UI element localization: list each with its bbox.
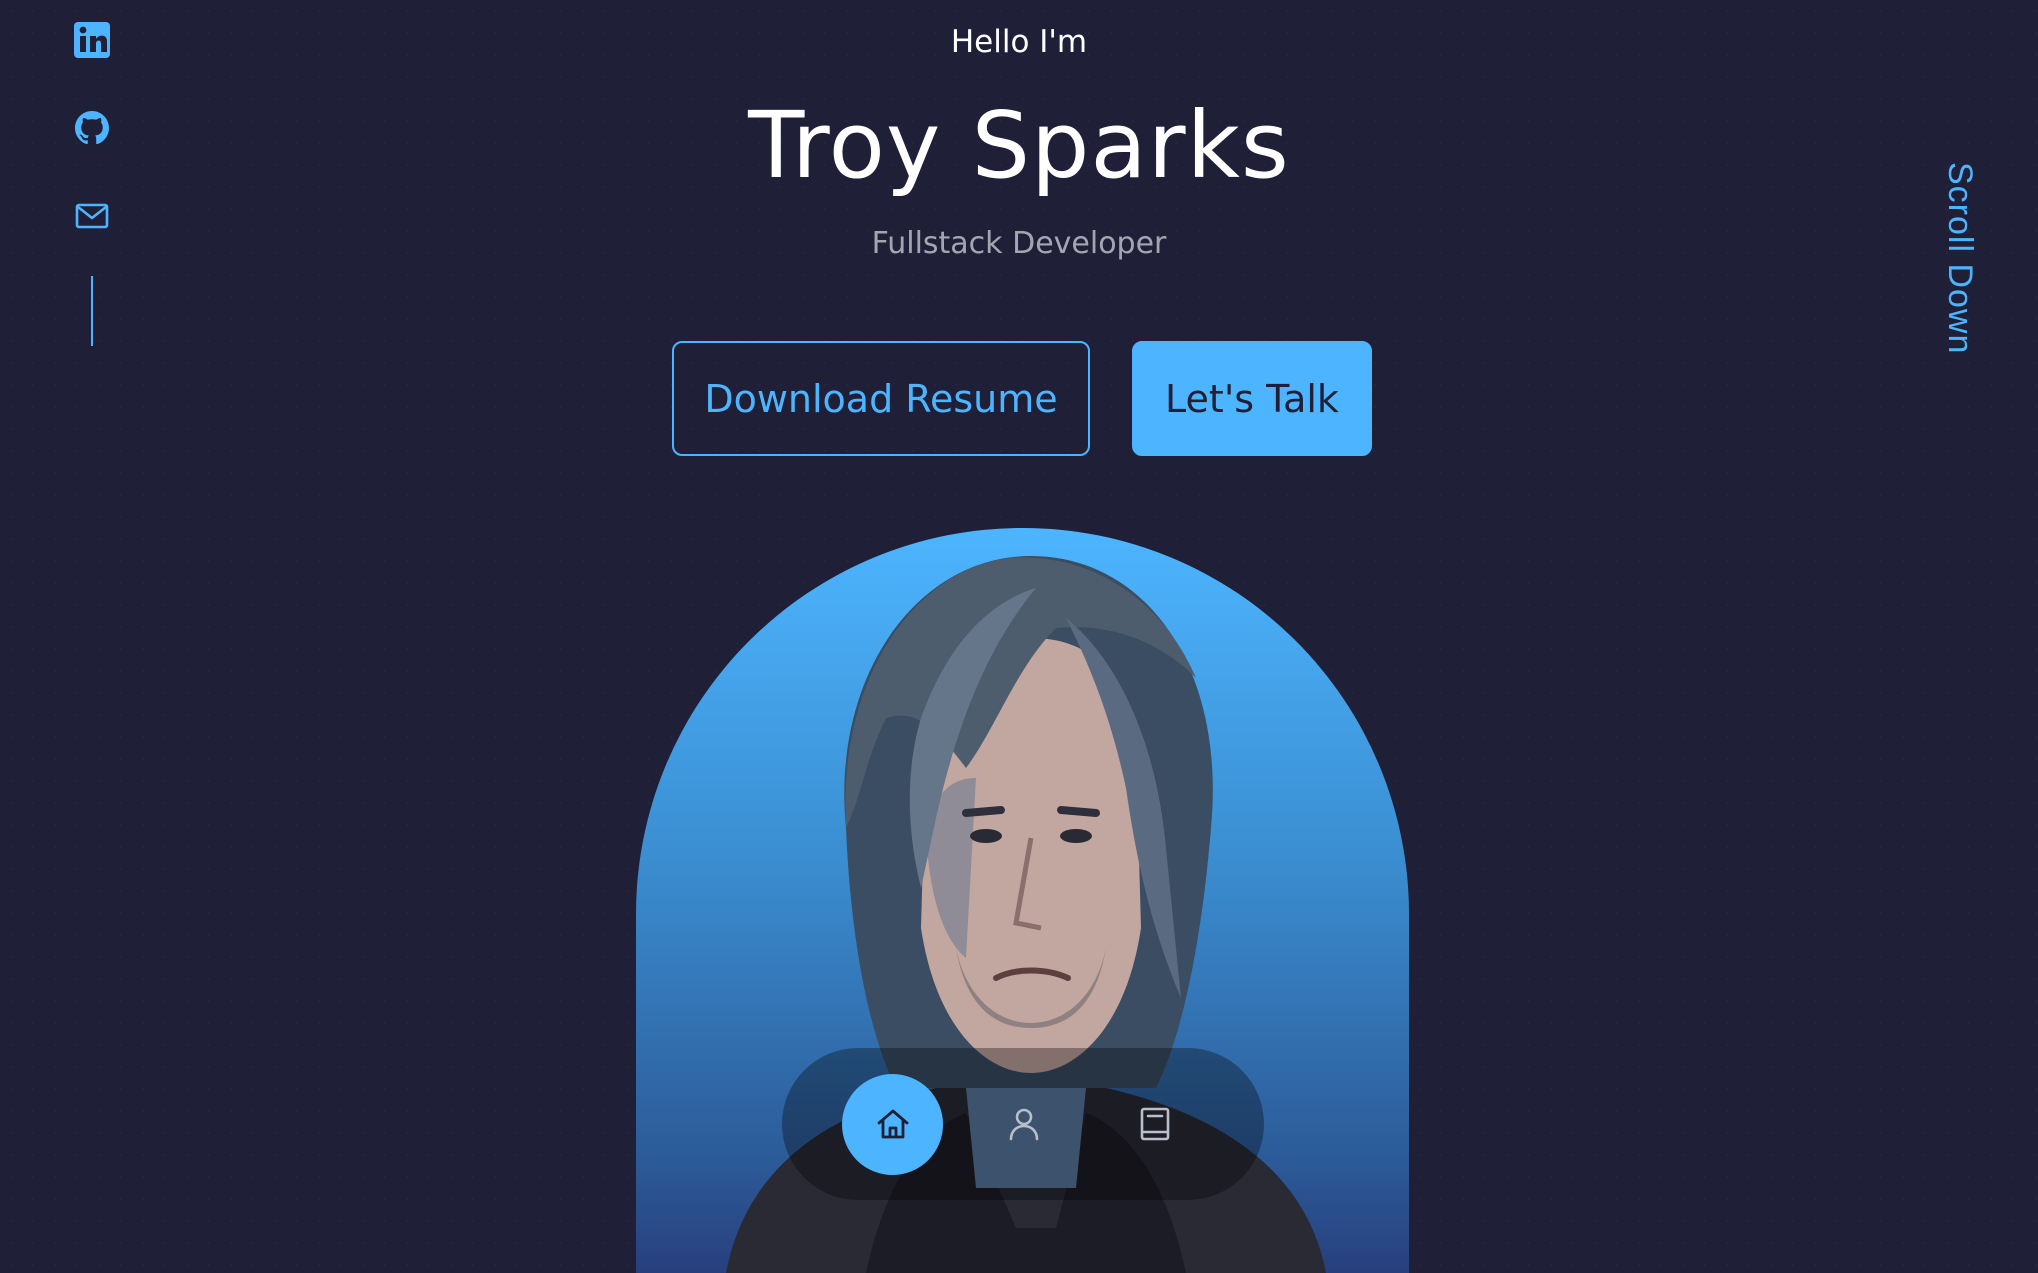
- greeting-text: Hello I'm: [950, 24, 1088, 60]
- nav-resume[interactable]: [1104, 1074, 1205, 1175]
- bottom-nav: [782, 1048, 1264, 1200]
- nav-home[interactable]: [842, 1073, 943, 1175]
- user-icon: [1009, 1108, 1038, 1141]
- socials-divider-line: [91, 276, 93, 346]
- home-icon: [877, 1109, 908, 1139]
- lets-talk-button[interactable]: Let's Talk: [1132, 341, 1372, 456]
- cta-buttons: Download Resume Let's Talk: [672, 341, 1372, 456]
- download-resume-button[interactable]: Download Resume: [672, 341, 1090, 456]
- page-title: Troy Sparks: [748, 92, 1290, 199]
- book-icon: [1140, 1107, 1169, 1141]
- nav-about[interactable]: [973, 1074, 1074, 1175]
- role-subtitle: Fullstack Developer: [871, 226, 1167, 261]
